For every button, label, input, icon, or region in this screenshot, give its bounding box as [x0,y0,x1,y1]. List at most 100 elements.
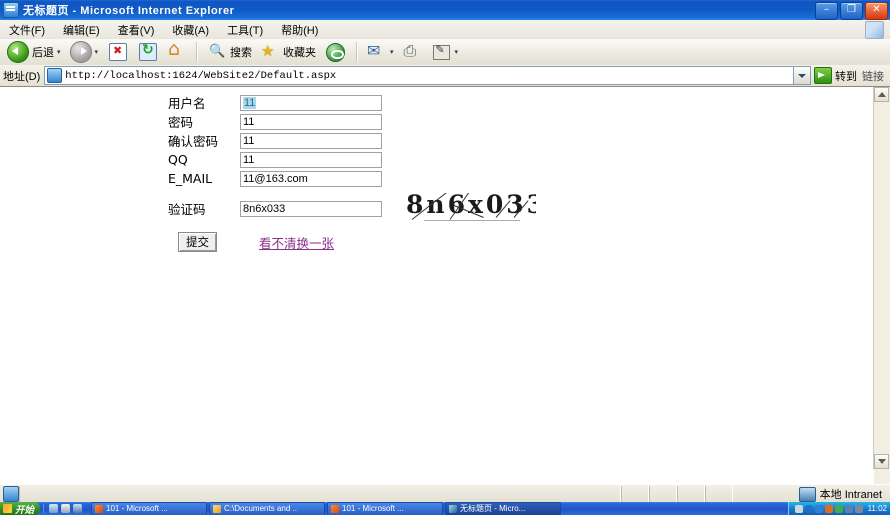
password-label: 密码 [168,115,194,130]
edit-button[interactable]: ▾ [427,40,464,64]
address-url-text: http://localhost:1624/WebSite2/Default.a… [65,69,337,82]
address-bar: 地址(D) http://localhost:1624/WebSite2/Def… [0,65,890,87]
username-label: 用户名 [168,96,206,111]
start-label: 开始 [15,505,35,515]
windows-taskbar: 开始 101 - Microsoft ... C:\Documents and … [0,501,890,515]
edit-dropdown-caret-icon[interactable]: ▾ [455,48,459,56]
password-input[interactable]: 11 [240,113,382,130]
quick-launch-bar [43,504,87,513]
mail-dropdown-caret-icon[interactable]: ▾ [390,48,394,56]
mail-button[interactable]: ▾ [363,40,399,64]
favorites-button[interactable]: 收藏夹 [256,40,320,64]
back-label: 后退 [32,47,54,59]
taskbar-item-label: 无标题页 - Micro... [460,504,526,513]
quicklaunch-desktop-icon[interactable] [61,504,71,513]
history-icon [326,42,346,62]
qq-label: QQ [168,152,188,167]
username-input-value: 11 [243,96,257,109]
system-tray: 11:02 [787,502,890,515]
menu-bar: 文件(F) 编辑(E) 查看(V) 收藏(A) 工具(T) 帮助(H) [0,20,890,40]
form-row-password: 密码 11 [168,112,536,131]
go-button[interactable]: 转到 [811,67,862,84]
scroll-down-arrow-icon[interactable] [874,454,889,469]
home-button[interactable] [163,38,191,64]
qq-input[interactable]: 11 [240,151,382,168]
toolbar-separator-2 [356,42,359,62]
taskbar-app-icon [95,504,104,513]
quicklaunch-media-icon[interactable] [73,504,83,513]
ie-window-icon [3,2,19,18]
history-button[interactable] [320,40,351,64]
address-dropdown-button[interactable] [794,66,811,85]
status-cell-4 [705,486,733,502]
tray-icon-7[interactable] [854,504,863,513]
menu-item-favorites[interactable]: 收藏(A) [163,20,218,40]
back-dropdown-caret-icon[interactable]: ▾ [57,48,61,56]
menu-item-edit[interactable]: 编辑(E) [54,20,109,40]
page-document: 用户名 11 密码 11 确认密码 11 QQ 11 E_MAIL 11@163… [0,87,874,469]
page-icon [47,68,63,83]
quicklaunch-ie-icon[interactable] [49,504,59,513]
submit-button[interactable]: 提交 [178,232,217,252]
forward-arrow-icon [69,41,92,63]
forward-button[interactable]: ▾ [66,40,104,64]
restore-button[interactable]: ❐ [840,2,863,20]
go-label: 转到 [835,70,857,83]
zone-icon [798,486,816,502]
page-vertical-scrollbar[interactable] [873,87,890,469]
refresh-button[interactable] [133,40,163,64]
zone-label: 本地 Intranet [819,489,882,501]
stop-button[interactable] [103,40,133,64]
search-label: 搜索 [230,47,253,59]
taskbar-item-0[interactable]: 101 - Microsoft ... [91,501,208,515]
confirm-password-input[interactable]: 11 [240,132,382,149]
back-button[interactable]: 后退 ▾ [3,40,66,64]
mail-icon [367,41,387,62]
menu-item-tools[interactable]: 工具(T) [218,20,272,40]
favorites-label: 收藏夹 [283,47,317,59]
address-input[interactable]: http://localhost:1624/WebSite2/Default.a… [44,66,794,85]
username-input[interactable]: 11 [240,94,382,111]
email-label: E_MAIL [168,171,213,186]
security-zone[interactable]: 本地 Intranet [798,486,890,502]
start-button[interactable]: 开始 [0,502,41,515]
taskbar-item-1[interactable]: C:\Documents and .. [209,501,326,515]
captcha-input[interactable]: 8n6x033 [240,200,382,217]
taskbar-buttons: 101 - Microsoft ... C:\Documents and .. … [91,501,562,515]
tray-icon-5[interactable] [834,504,843,513]
tray-icon-6[interactable] [844,504,853,513]
print-button[interactable] [399,40,427,64]
close-button[interactable]: ✕ [865,2,888,20]
email-input[interactable]: 11@163.com [240,170,382,187]
home-icon [167,38,187,62]
forward-dropdown-caret-icon[interactable]: ▾ [95,48,99,56]
refresh-captcha-link[interactable]: 看不清换一张 [259,233,334,252]
search-button[interactable]: 搜索 [203,40,256,64]
taskbar-item-label: C:\Documents and .. [224,504,297,513]
menu-item-view[interactable]: 查看(V) [109,20,164,40]
tray-icon-1[interactable] [794,504,803,513]
taskbar-item-2[interactable]: 101 - Microsoft ... [327,501,444,515]
tray-icon-3[interactable] [814,504,823,513]
taskbar-item-3[interactable]: 无标题页 - Micro... [445,501,562,515]
taskbar-ie-icon [449,504,458,513]
links-button[interactable]: 链接 [862,68,890,84]
folder-icon [213,504,222,513]
back-arrow-icon [7,41,29,63]
tray-icon-2[interactable] [804,504,813,513]
address-label: 地址(D) [3,70,41,83]
minimize-button[interactable]: – [815,2,838,20]
toolbar-separator [196,42,199,62]
ie-browser-window: 无标题页 - Microsoft Internet Explorer – ❐ ✕… [0,0,890,515]
taskbar-clock[interactable]: 11:02 [868,504,887,513]
captcha-label: 验证码 [168,202,206,217]
menu-item-file[interactable]: 文件(F) [0,20,54,40]
status-page-icon [3,486,19,502]
refresh-icon [139,42,158,61]
scroll-up-arrow-icon[interactable] [874,87,889,102]
captcha-image[interactable]: 8n6x033 [406,192,536,225]
restore-icon: ❐ [847,4,856,15]
window-controls: – ❐ ✕ [815,2,888,20]
tray-icon-4[interactable] [824,504,833,513]
menu-item-help[interactable]: 帮助(H) [272,20,327,40]
